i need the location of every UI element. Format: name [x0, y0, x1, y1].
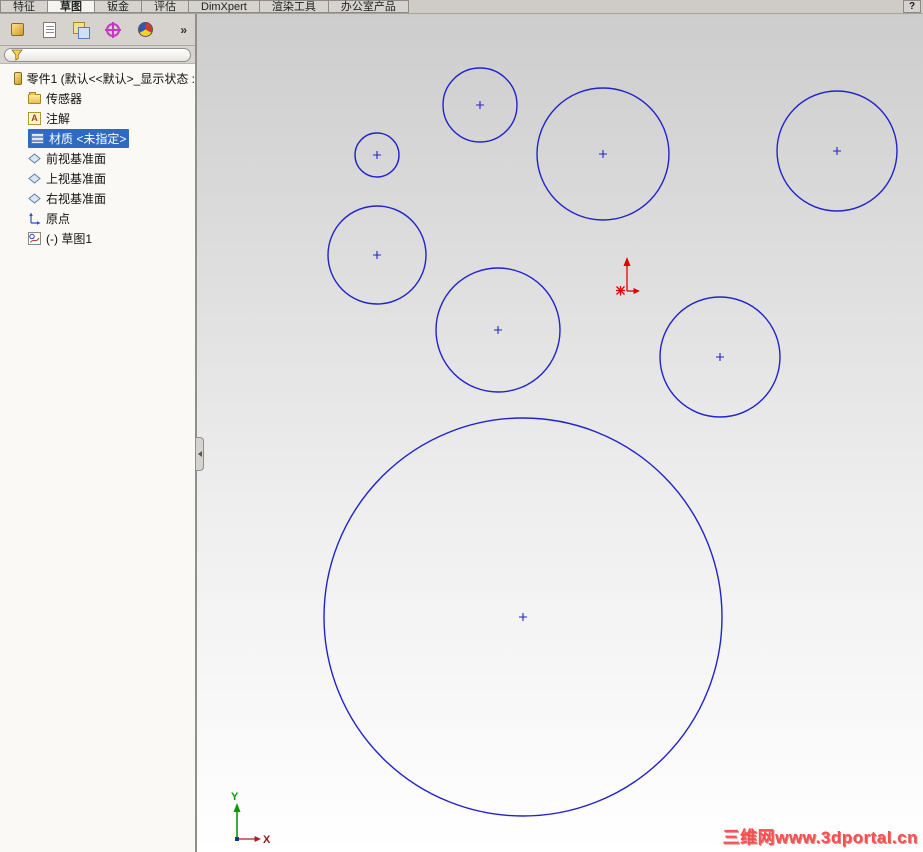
sketch-circle[interactable] — [323, 417, 723, 817]
tree-filter-input[interactable] — [4, 48, 191, 62]
filter-funnel-icon — [11, 49, 23, 61]
tree-item-label: 传感器 — [46, 91, 83, 106]
tree-item-top-plane[interactable]: 上视基准面 — [0, 168, 195, 188]
solidworks-window: 特征 草图 钣金 评估 DimXpert 渲染工具 办公室产品 ? » 零件1 … — [0, 0, 923, 852]
part-cube-icon — [10, 23, 24, 36]
feature-tree: 零件1 (默认<<默认>_显示状态 : 传感器 A 注解 材质 <未指定> 前视… — [0, 64, 195, 248]
tab-features[interactable]: 特征 — [0, 0, 48, 13]
configuration-manager-icon[interactable] — [70, 19, 92, 41]
sketch-origin-marker[interactable] — [616, 257, 640, 296]
watermark-text: 三维网www.3dportal.cn — [722, 828, 918, 847]
toolbar-overflow-chevron[interactable]: » — [180, 23, 189, 37]
plane-icon — [28, 192, 41, 204]
sketch-circle[interactable] — [536, 87, 670, 221]
sketch-circles-layer — [323, 67, 898, 817]
panel-collapse-handle[interactable] — [196, 437, 204, 471]
tab-dimxpert[interactable]: DimXpert — [189, 0, 260, 13]
tab-evaluate[interactable]: 评估 — [142, 0, 189, 13]
tree-item-label: 前视基准面 — [46, 151, 107, 166]
tree-item-sensors[interactable]: 传感器 — [0, 88, 195, 108]
tree-item-label: 右视基准面 — [46, 191, 107, 206]
property-manager-icon[interactable] — [38, 19, 60, 41]
stacked-squares-icon — [73, 21, 90, 39]
view-triad: Y X — [231, 791, 271, 846]
sketch-circle[interactable] — [354, 132, 400, 178]
tree-item-label: 上视基准面 — [46, 171, 107, 186]
sketch-circle[interactable] — [776, 90, 898, 212]
tree-item-label: 零件1 (默认<<默认>_显示状态 : — [26, 71, 195, 86]
help-button[interactable]: ? — [903, 0, 921, 13]
triad-origin-point — [235, 837, 239, 841]
triad-y-label: Y — [231, 791, 239, 803]
crosshair-circle-icon — [105, 21, 121, 38]
beach-ball-icon — [137, 22, 153, 37]
graphics-area[interactable]: Y X 三维网www.3dportal.cn — [196, 14, 923, 852]
tab-sketch[interactable]: 草图 — [48, 0, 95, 13]
plane-icon — [28, 172, 41, 184]
tree-item-part[interactable]: 零件1 (默认<<默认>_显示状态 : — [0, 68, 195, 88]
tree-item-material[interactable]: 材质 <未指定> — [0, 128, 195, 148]
tree-item-label: 原点 — [46, 211, 71, 226]
tab-sheet-metal[interactable]: 钣金 — [95, 0, 142, 13]
tab-office-products[interactable]: 办公室产品 — [328, 0, 409, 13]
dimxpert-manager-icon[interactable] — [102, 19, 124, 41]
tree-item-front-plane[interactable]: 前视基准面 — [0, 148, 195, 168]
tree-item-annotations[interactable]: A 注解 — [0, 108, 195, 128]
manager-tab-toolbar: » — [0, 14, 195, 46]
tree-filter-row — [0, 46, 195, 64]
annotations-icon: A — [28, 111, 41, 125]
page-icon — [42, 21, 56, 38]
sketch-circle[interactable] — [442, 67, 518, 143]
tree-item-origin[interactable]: 原点 — [0, 208, 195, 228]
sketch-icon — [28, 231, 41, 245]
sensors-folder-icon — [28, 92, 41, 104]
plane-icon — [28, 152, 41, 164]
part-icon — [14, 71, 22, 85]
command-manager-tabs: 特征 草图 钣金 评估 DimXpert 渲染工具 办公室产品 ? — [0, 0, 923, 14]
feature-manager-panel: » 零件1 (默认<<默认>_显示状态 : 传感器 A 注解 材质 <未指定> … — [0, 14, 197, 852]
triad-x-label: X — [263, 834, 271, 846]
sketch-circle[interactable] — [327, 205, 427, 305]
tab-render-tools[interactable]: 渲染工具 — [259, 0, 329, 13]
sketch-viewport[interactable]: Y X — [197, 14, 923, 852]
tree-item-label: 材质 <未指定> — [49, 131, 127, 146]
sketch-circle[interactable] — [435, 267, 561, 393]
tree-item-sketch1[interactable]: (-) 草图1 — [0, 228, 195, 248]
selected-highlight: 材质 <未指定> — [28, 128, 130, 148]
tree-item-right-plane[interactable]: 右视基准面 — [0, 188, 195, 208]
origin-icon — [29, 212, 41, 225]
tree-item-label: (-) 草图1 — [46, 231, 92, 246]
material-icon — [31, 132, 44, 144]
display-manager-icon[interactable] — [134, 19, 156, 41]
feature-manager-tree-icon[interactable] — [6, 19, 28, 41]
tree-item-label: 注解 — [46, 111, 71, 126]
sketch-circle[interactable] — [659, 296, 781, 418]
